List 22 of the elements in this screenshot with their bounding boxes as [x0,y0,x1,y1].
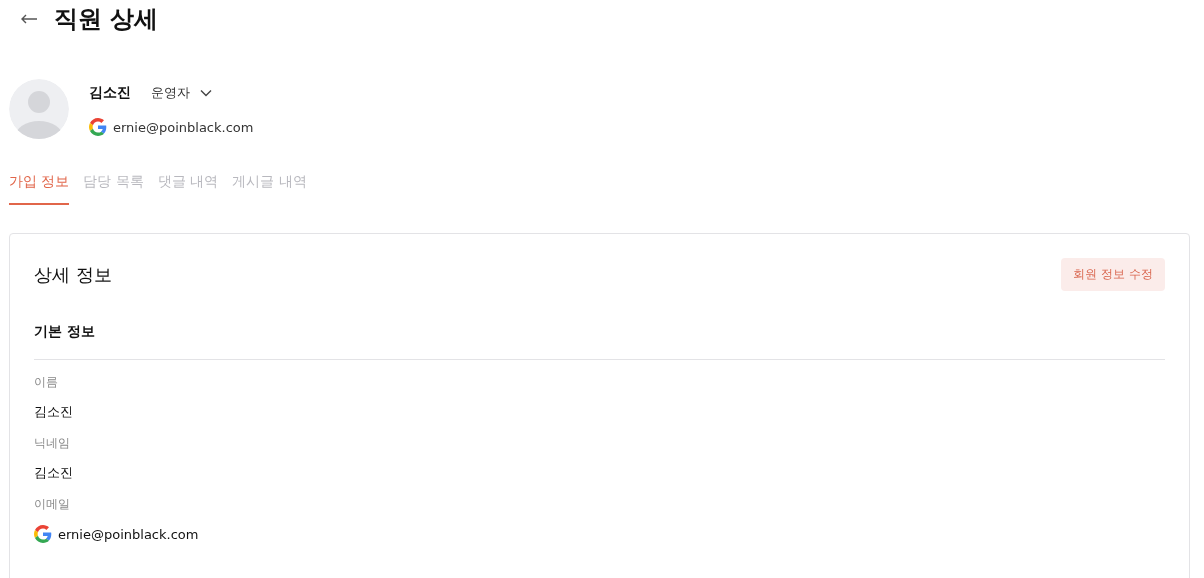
employee-name: 김소진 [89,84,131,102]
avatar-icon [9,79,69,139]
field-value: ernie@poinblack.com [58,526,199,542]
google-icon [34,525,52,543]
back-arrow-icon[interactable] [20,14,38,24]
field-label: 닉네임 [34,435,71,452]
tab[interactable]: 가입 정보 [9,173,70,205]
edit-member-button[interactable]: 회원 정보 수정 [1061,258,1165,291]
tab[interactable]: 댓글 내역 [157,173,219,205]
field-label: 이름 [34,374,59,391]
field-value: 김소진 [34,464,73,482]
employee-email: ernie@poinblack.com [113,119,254,135]
chevron-down-icon [200,89,212,97]
field-value: 김소진 [34,403,73,421]
page-title: 직원 상세 [54,4,159,35]
google-icon [89,118,107,136]
field-label: 이메일 [34,496,71,513]
tab[interactable]: 게시글 내역 [232,173,307,205]
tab[interactable]: 담당 목록 [83,173,144,205]
role-dropdown[interactable]: 운영자 [151,84,212,102]
section-title: 기본 정보 [34,323,96,341]
card-title: 상세 정보 [34,262,112,287]
